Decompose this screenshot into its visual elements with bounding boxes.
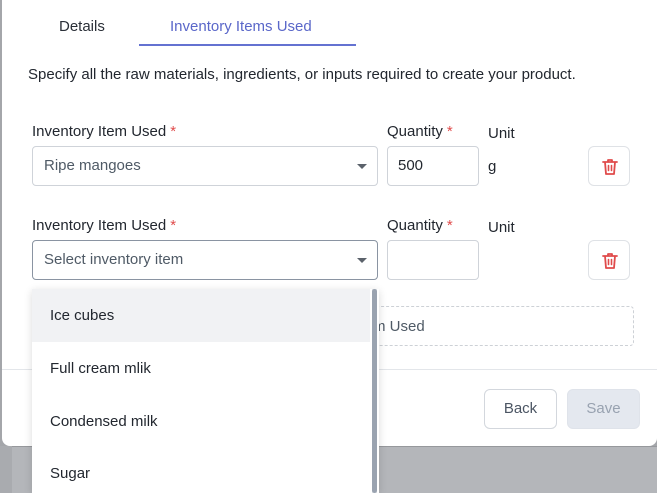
delete-row-button[interactable] bbox=[588, 146, 630, 186]
tab-details[interactable]: Details bbox=[59, 18, 105, 35]
trash-icon bbox=[602, 159, 618, 175]
dropdown-scrollbar[interactable] bbox=[372, 289, 377, 493]
required-mark: * bbox=[170, 217, 177, 234]
chevron-down-icon bbox=[357, 258, 367, 263]
required-mark: * bbox=[446, 217, 453, 234]
delete-row-button[interactable] bbox=[588, 240, 630, 280]
dropdown-option[interactable]: Full cream mlik bbox=[32, 342, 370, 395]
quantity-label: Quantity * bbox=[387, 217, 453, 234]
inventory-item-select[interactable]: Select inventory item bbox=[32, 240, 378, 280]
quantity-label: Quantity * bbox=[387, 123, 453, 140]
active-tab-indicator bbox=[139, 44, 356, 46]
inventory-item-label: Inventory Item Used * bbox=[32, 217, 177, 234]
trash-icon bbox=[602, 253, 618, 269]
dropdown-scrollbar-thumb[interactable] bbox=[372, 289, 377, 493]
add-item-label: m Used bbox=[373, 318, 425, 335]
unit-label: Unit bbox=[488, 219, 515, 236]
tab-inventory-items-used[interactable]: Inventory Items Used bbox=[170, 18, 312, 35]
section-description: Specify all the raw materials, ingredien… bbox=[28, 66, 576, 83]
dropdown-option[interactable]: Condensed milk bbox=[32, 395, 370, 448]
dropdown-option[interactable]: Sugar bbox=[32, 447, 370, 493]
quantity-input[interactable]: 500 bbox=[387, 146, 479, 186]
inventory-item-select[interactable]: Ripe mangoes bbox=[32, 146, 378, 186]
inventory-item-value: Ripe mangoes bbox=[44, 157, 141, 174]
inventory-item-label: Inventory Item Used * bbox=[32, 123, 177, 140]
inventory-item-placeholder: Select inventory item bbox=[44, 251, 184, 268]
unit-label: Unit bbox=[488, 125, 515, 142]
inventory-item-dropdown: Ice cubes Full cream mlik Condensed milk… bbox=[32, 289, 379, 493]
back-button[interactable]: Back bbox=[484, 389, 557, 429]
quantity-input[interactable] bbox=[387, 240, 479, 280]
required-mark: * bbox=[446, 123, 453, 140]
required-mark: * bbox=[170, 123, 177, 140]
save-button[interactable]: Save bbox=[567, 389, 640, 429]
dropdown-option[interactable]: Ice cubes bbox=[32, 289, 370, 342]
chevron-down-icon bbox=[357, 164, 367, 169]
unit-value: g bbox=[488, 158, 497, 175]
tab-bar: Details Inventory Items Used bbox=[2, 0, 657, 46]
